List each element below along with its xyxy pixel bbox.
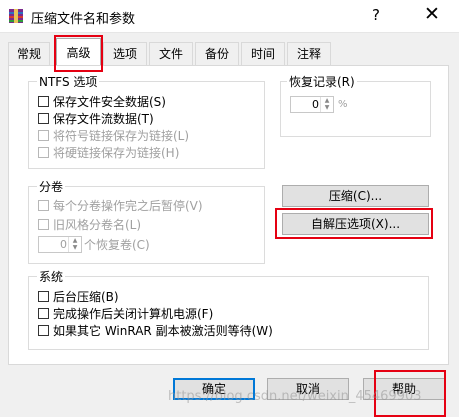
checkbox-box <box>38 200 49 211</box>
window-title: 压缩文件名和参数 <box>31 12 136 27</box>
recovery-record-value: 0 <box>312 98 319 111</box>
checkbox-label: 将符号链接保存为链接(L) <box>53 129 190 143</box>
checkbox-box <box>38 96 49 107</box>
symlinks-checkbox[interactable]: 将符号链接保存为链接(L) <box>38 128 189 144</box>
tab-files[interactable]: 文件 <box>149 42 193 65</box>
ntfs-options-title: NTFS 选项 <box>37 73 100 90</box>
shutdown-after-checkbox[interactable]: 完成操作后关闭计算机电源(F) <box>38 306 213 322</box>
recovery-volumes-spinner[interactable]: 0 ▲ ▼ <box>38 236 82 253</box>
checkbox-box <box>38 113 49 124</box>
pause-after-volume-checkbox[interactable]: 每个分卷操作完之后暂停(V) <box>38 198 203 214</box>
recovery-record-spinner[interactable]: 0 ▲ ▼ <box>290 96 334 113</box>
system-title: 系统 <box>37 268 66 285</box>
ntfs-options-group: NTFS 选项 保存文件安全数据(S) 保存文件流数据(T) 将符号链接保存为链… <box>28 73 265 169</box>
old-style-names-checkbox[interactable]: 旧风格分卷名(L) <box>38 217 141 233</box>
checkbox-box <box>38 219 49 230</box>
checkbox-label: 后台压缩(B) <box>53 290 119 304</box>
close-button[interactable]: ✕ <box>424 3 440 25</box>
help-title-button[interactable]: ? <box>372 6 380 24</box>
highlight-advanced-tab <box>54 35 103 72</box>
percent-label: % <box>338 99 348 110</box>
checkbox-box <box>38 130 49 141</box>
hardlinks-checkbox[interactable]: 将硬链接保存为链接(H) <box>38 145 179 161</box>
checkbox-label: 保存文件流数据(T) <box>53 112 154 126</box>
tab-backup[interactable]: 备份 <box>195 42 239 65</box>
system-group: 系统 后台压缩(B) 完成操作后关闭计算机电源(F) 如果其它 WinRAR 副… <box>28 268 429 350</box>
spinner-arrows-icon[interactable]: ▲ ▼ <box>320 97 333 112</box>
tab-time[interactable]: 时间 <box>241 42 285 65</box>
recovery-volumes-value: 0 <box>60 238 67 251</box>
save-security-checkbox[interactable]: 保存文件安全数据(S) <box>38 94 166 110</box>
compression-settings-button[interactable]: 压缩(C)... <box>282 185 429 207</box>
background-compress-checkbox[interactable]: 后台压缩(B) <box>38 289 119 305</box>
checkbox-box <box>38 291 49 302</box>
checkbox-label: 将硬链接保存为链接(H) <box>53 146 180 160</box>
tab-general[interactable]: 常规 <box>8 42 50 65</box>
winrar-app-icon <box>9 9 23 23</box>
tab-options[interactable]: 选项 <box>103 42 147 65</box>
checkbox-label: 每个分卷操作完之后暂停(V) <box>53 199 203 213</box>
checkbox-label: 如果其它 WinRAR 副本被激活则等待(W) <box>53 324 273 338</box>
checkbox-label: 旧风格分卷名(L) <box>53 218 142 232</box>
checkbox-box <box>38 308 49 319</box>
recovery-record-title: 恢复记录(R) <box>287 73 357 90</box>
recovery-record-group: 恢复记录(R) 0 ▲ ▼ % <box>280 73 431 137</box>
highlight-sfx-button <box>275 208 433 239</box>
title-bar: 压缩文件名和参数 ? ✕ <box>0 0 459 33</box>
volumes-group: 分卷 每个分卷操作完之后暂停(V) 旧风格分卷名(L) 0 ▲ ▼ 个恢复卷(C) <box>28 178 265 264</box>
spinner-arrows-icon[interactable]: ▲ ▼ <box>68 237 81 252</box>
watermark-text: https://blog.csdn.net/weixin_45469903 <box>168 389 422 404</box>
wait-other-copies-checkbox[interactable]: 如果其它 WinRAR 副本被激活则等待(W) <box>38 323 273 339</box>
checkbox-box <box>38 147 49 158</box>
tab-comment[interactable]: 注释 <box>287 42 331 65</box>
checkbox-box <box>38 325 49 336</box>
save-streams-checkbox[interactable]: 保存文件流数据(T) <box>38 111 154 127</box>
recovery-volumes-label: 个恢复卷(C) <box>84 238 150 252</box>
volumes-title: 分卷 <box>37 178 66 195</box>
checkbox-label: 完成操作后关闭计算机电源(F) <box>53 307 214 321</box>
checkbox-label: 保存文件安全数据(S) <box>53 95 166 109</box>
